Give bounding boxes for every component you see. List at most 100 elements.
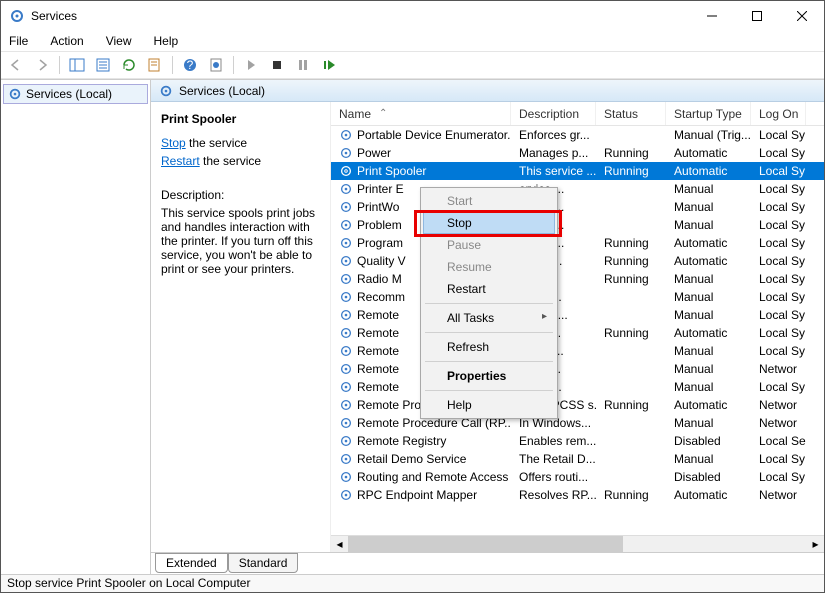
- menu-action[interactable]: Action: [46, 32, 87, 50]
- cell-status: Running: [596, 272, 666, 286]
- service-row[interactable]: Remote ges di...RunningAutomaticLocal Sy: [331, 324, 824, 342]
- col-name[interactable]: Name: [331, 102, 511, 125]
- start-service-button[interactable]: [240, 54, 262, 76]
- cell-startup: Automatic: [666, 236, 751, 250]
- col-logon[interactable]: Log On: [751, 102, 806, 125]
- menu-view[interactable]: View: [102, 32, 136, 50]
- forward-button[interactable]: [31, 54, 53, 76]
- properties-button[interactable]: [144, 54, 166, 76]
- col-startup[interactable]: Startup Type: [666, 102, 751, 125]
- ctx-restart[interactable]: Restart: [423, 278, 555, 300]
- cell-logon: Networ: [751, 362, 806, 376]
- cell-startup: Manual: [666, 362, 751, 376]
- nav-services-local[interactable]: Services (Local): [3, 84, 148, 104]
- service-row[interactable]: Print SpoolerThis service ...RunningAuto…: [331, 162, 824, 180]
- help-topics-button[interactable]: [205, 54, 227, 76]
- cell-startup: Manual: [666, 308, 751, 322]
- cell-logon: Local Sy: [751, 344, 806, 358]
- cell-status: Running: [596, 398, 666, 412]
- service-row[interactable]: Remote te Des...ManualLocal Sy: [331, 342, 824, 360]
- ctx-all-tasks[interactable]: All Tasks: [423, 307, 555, 329]
- cell-logon: Local Sy: [751, 128, 806, 142]
- minimize-button[interactable]: [689, 1, 734, 31]
- service-row[interactable]: Retail Demo ServiceThe Retail D...Manual…: [331, 450, 824, 468]
- cell-logon: Local Sy: [751, 218, 806, 232]
- maximize-button[interactable]: [734, 1, 779, 31]
- desc-label: Description:: [161, 188, 320, 202]
- service-row[interactable]: PrintWodes su...ManualLocal Sy: [331, 198, 824, 216]
- cell-status: Running: [596, 326, 666, 340]
- cell-logon: Local Se: [751, 434, 806, 448]
- horizontal-scrollbar[interactable]: ◂ ▸: [331, 535, 824, 552]
- service-row[interactable]: Remote RegistryEnables rem...DisabledLoc…: [331, 432, 824, 450]
- services-icon: [8, 87, 22, 101]
- cell-desc: Offers routi...: [511, 470, 596, 484]
- restart-link[interactable]: Restart: [161, 154, 200, 168]
- scroll-left-button[interactable]: ◂: [331, 536, 348, 553]
- ctx-properties[interactable]: Properties: [423, 365, 555, 387]
- cell-startup: Manual: [666, 200, 751, 214]
- stop-link[interactable]: Stop: [161, 136, 186, 150]
- help-button[interactable]: ?: [179, 54, 201, 76]
- cell-logon: Networ: [751, 488, 806, 502]
- menu-file[interactable]: File: [5, 32, 32, 50]
- cell-startup: Manual: [666, 218, 751, 232]
- nav-label: Services (Local): [26, 87, 112, 101]
- cell-name: Retail Demo Service: [331, 452, 511, 466]
- cell-startup: Manual: [666, 344, 751, 358]
- scroll-thumb[interactable]: [348, 536, 623, 553]
- service-row[interactable]: RPC Endpoint MapperResolves RP...Running…: [331, 486, 824, 504]
- service-row[interactable]: Remote Procedure Call (RP...In Windows..…: [331, 414, 824, 432]
- ctx-help[interactable]: Help: [423, 394, 555, 416]
- cell-status: Running: [596, 488, 666, 502]
- restart-service-button[interactable]: [318, 54, 340, 76]
- cell-name: Print Spooler: [331, 164, 511, 178]
- cell-desc: Enables rem...: [511, 434, 596, 448]
- refresh-button[interactable]: [118, 54, 140, 76]
- service-row[interactable]: Programervice ...RunningAutomaticLocal S…: [331, 234, 824, 252]
- pause-service-button[interactable]: [292, 54, 314, 76]
- cell-status: Running: [596, 164, 666, 178]
- cell-desc: Enforces gr...: [511, 128, 596, 142]
- export-list-button[interactable]: [92, 54, 114, 76]
- cell-name: Routing and Remote Access: [331, 470, 511, 484]
- col-description[interactable]: Description: [511, 102, 596, 125]
- ctx-stop[interactable]: Stop: [423, 212, 555, 234]
- service-row[interactable]: PowerManages p...RunningAutomaticLocal S…: [331, 144, 824, 162]
- menu-help[interactable]: Help: [150, 32, 183, 50]
- ctx-start: Start: [423, 190, 555, 212]
- cell-name: Portable Device Enumerator...: [331, 128, 511, 142]
- cell-logon: Local Sy: [751, 290, 806, 304]
- service-row[interactable]: Recommes aut...ManualLocal Sy: [331, 288, 824, 306]
- stop-service-button[interactable]: [266, 54, 288, 76]
- cell-startup: Automatic: [666, 146, 751, 160]
- cell-logon: Networ: [751, 416, 806, 430]
- menu-bar: File Action View Help: [1, 31, 824, 51]
- cell-desc: The Retail D...: [511, 452, 596, 466]
- close-button[interactable]: [779, 1, 824, 31]
- cell-startup: Manual: [666, 380, 751, 394]
- service-row[interactable]: Problemervice ...ManualLocal Sy: [331, 216, 824, 234]
- tab-extended[interactable]: Extended: [155, 553, 228, 573]
- back-button[interactable]: [5, 54, 27, 76]
- service-row[interactable]: Remote s the r...ManualLocal Sy: [331, 378, 824, 396]
- service-row[interactable]: Remote es a co...ManualLocal Sy: [331, 306, 824, 324]
- cell-startup: Manual: [666, 290, 751, 304]
- tab-standard[interactable]: Standard: [228, 553, 299, 573]
- ctx-refresh[interactable]: Refresh: [423, 336, 555, 358]
- service-row[interactable]: Radio M Mana...RunningManualLocal Sy: [331, 270, 824, 288]
- col-status[interactable]: Status: [596, 102, 666, 125]
- service-row[interactable]: Routing and Remote AccessOffers routi...…: [331, 468, 824, 486]
- service-row[interactable]: Printer Eervice ...ManualLocal Sy: [331, 180, 824, 198]
- cell-startup: Automatic: [666, 488, 751, 502]
- service-row[interactable]: Portable Device Enumerator...Enforces gr…: [331, 126, 824, 144]
- service-row[interactable]: Remote s user...ManualNetwor: [331, 360, 824, 378]
- detail-title: Print Spooler: [161, 112, 320, 126]
- service-row[interactable]: Remote Procedure Call (RPC)The RPCSS s..…: [331, 396, 824, 414]
- cell-logon: Local Sy: [751, 254, 806, 268]
- toolbar: ?: [1, 51, 824, 79]
- cell-status: Running: [596, 236, 666, 250]
- show-hide-tree-button[interactable]: [66, 54, 88, 76]
- scroll-right-button[interactable]: ▸: [807, 536, 824, 553]
- service-row[interactable]: Quality Vty Win...RunningAutomaticLocal …: [331, 252, 824, 270]
